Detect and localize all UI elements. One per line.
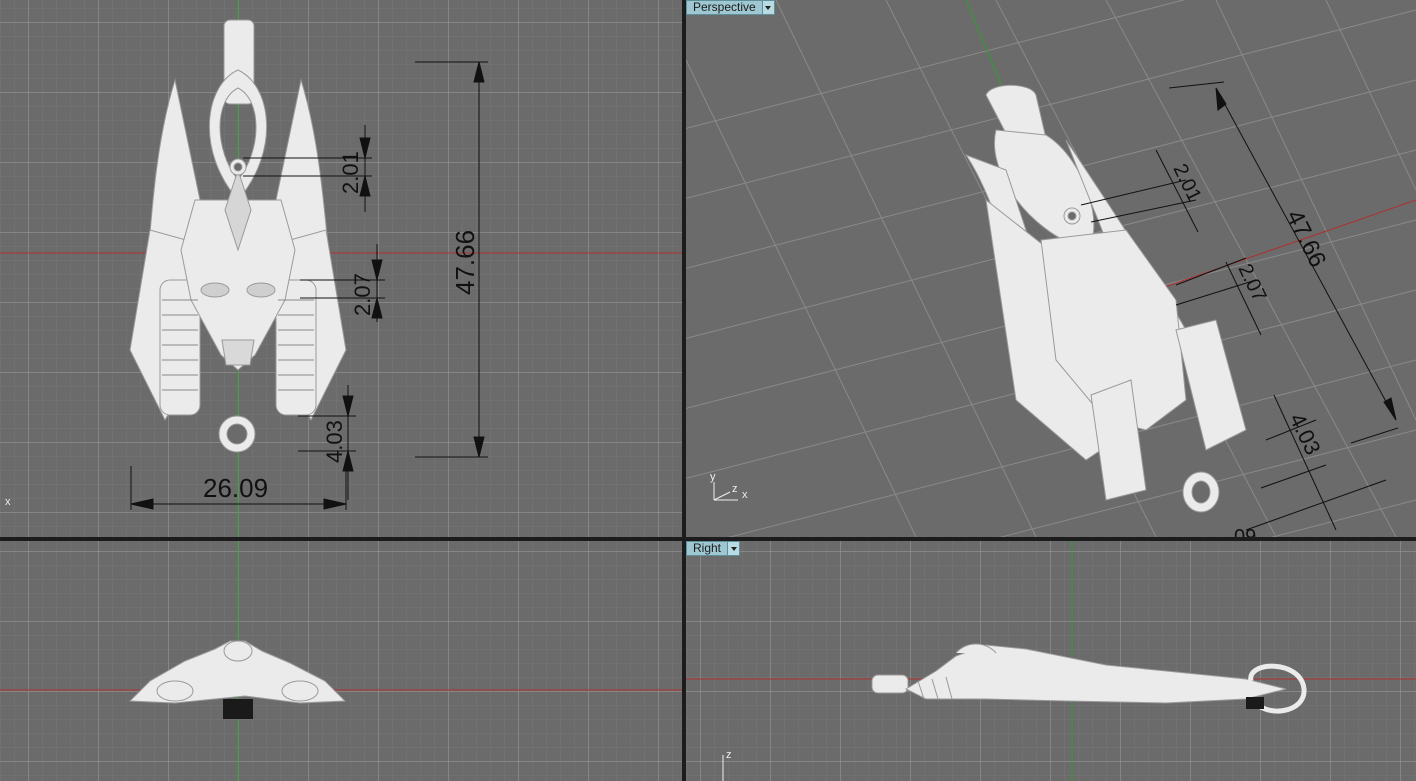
- gizmo-x-label: x: [742, 489, 748, 501]
- perspective-viewport-title: Perspective: [693, 0, 756, 14]
- anubis-pendant-side-profile[interactable]: [871, 643, 1307, 714]
- right-curl: [281, 680, 319, 702]
- top-scene: 47.66 26.09 2.01 2.07 4.03 x: [0, 0, 682, 537]
- side-body: [904, 644, 1287, 704]
- bail: [871, 674, 909, 694]
- front-viewport[interactable]: [0, 541, 682, 781]
- width-dimension-label: 26.09: [203, 473, 268, 503]
- height-dimension-label: 47.66: [1281, 206, 1332, 272]
- anubis-pendant-front-profile[interactable]: [128, 640, 347, 704]
- anubis-pendant-model-perspective[interactable]: [964, 84, 1247, 513]
- perspective-viewport-tab[interactable]: Perspective: [686, 0, 775, 15]
- top-viewport[interactable]: 47.66 26.09 2.01 2.07 4.03 x: [0, 0, 682, 537]
- gizmo-z-label: z: [732, 483, 738, 495]
- eye-dimension-label: 2.07: [1234, 261, 1271, 306]
- chevron-down-icon[interactable]: [727, 542, 740, 555]
- eye-dimension-label: 2.07: [350, 273, 375, 316]
- ring-dimension-label: 4.03: [322, 420, 347, 463]
- perspective-viewport[interactable]: 47.66 2.01 2.07 4.03 09 y z x Perspectiv…: [686, 0, 1416, 537]
- head-top: [223, 640, 253, 662]
- height-dimension-label: 47.66: [450, 230, 480, 295]
- ring-dimension-label: 4.03: [1285, 409, 1326, 458]
- left-curl: [156, 680, 194, 702]
- right-viewport-tab[interactable]: Right: [686, 541, 741, 556]
- ring-shadow: [223, 699, 253, 719]
- x-axis-line: [1155, 199, 1416, 291]
- chevron-down-icon[interactable]: [761, 1, 774, 14]
- hole-dimension-label: 2.01: [338, 151, 363, 194]
- right-lappet: [1175, 319, 1247, 451]
- right-viewport[interactable]: z Right: [686, 541, 1416, 781]
- gizmo-z-label: z: [726, 749, 732, 761]
- gizmo-y-label: y: [710, 471, 716, 483]
- front-scene: [0, 541, 682, 781]
- right-scene: z: [686, 541, 1416, 781]
- width-dimension-partial-label: 09: [1234, 526, 1256, 537]
- x-axis-label: x: [5, 496, 11, 508]
- right-viewport-title: Right: [693, 541, 722, 555]
- ring-shadow: [1246, 697, 1264, 709]
- perspective-scene: 47.66 2.01 2.07 4.03 09 y z x: [686, 0, 1416, 537]
